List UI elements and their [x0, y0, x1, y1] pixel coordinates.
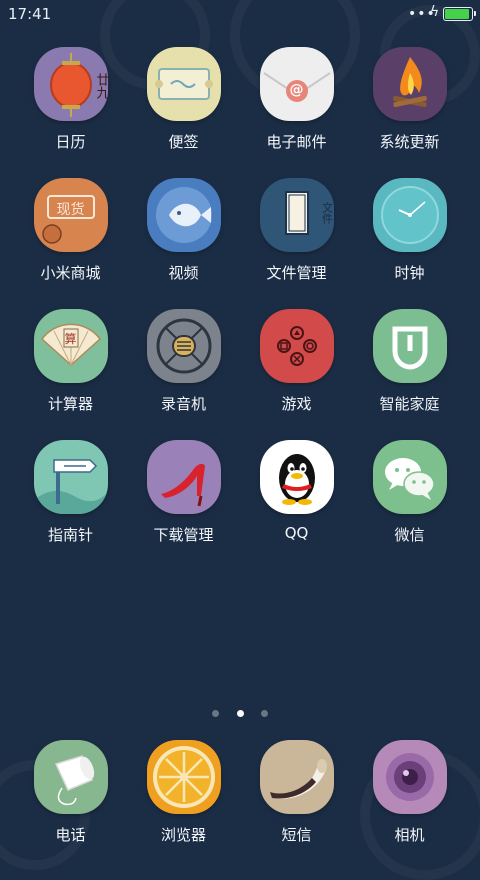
app-calculator[interactable]: 算 计算器 [14, 307, 127, 438]
app-calendar[interactable]: 廿九 日历 [14, 45, 127, 176]
calendar-lantern-icon[interactable]: 廿九 [33, 47, 108, 121]
dock: 电话 浏览器 短信 相机 [0, 738, 480, 845]
app-label: 日历 [55, 133, 86, 151]
app-row: 廿九 日历 便签 @ 电子邮件 系统更新 [0, 45, 480, 176]
app-label: 微信 [394, 526, 425, 544]
app-label: 电子邮件 [266, 133, 327, 151]
app-clock[interactable]: 时钟 [353, 176, 466, 307]
app-camera[interactable]: 相机 [353, 738, 466, 845]
app-smart-home[interactable]: 智能家庭 [353, 307, 466, 438]
email-envelope-icon[interactable]: @ [259, 47, 334, 121]
camera-lens-icon[interactable] [372, 740, 447, 814]
app-wechat[interactable]: 微信 [353, 438, 466, 569]
app-label: 录音机 [160, 395, 206, 413]
recorder-microphone-icon[interactable] [146, 309, 221, 383]
app-label: 浏览器 [160, 826, 206, 844]
app-label: 时钟 [394, 264, 425, 282]
app-browser[interactable]: 浏览器 [127, 738, 240, 845]
mi-store-icon[interactable]: 现货 [33, 178, 108, 252]
notes-scroll-icon[interactable] [146, 47, 221, 121]
page-indicator [0, 702, 480, 721]
clock-icon[interactable] [372, 178, 447, 252]
wechat-icon[interactable] [372, 440, 447, 514]
gamepad-icon[interactable] [259, 309, 334, 383]
sms-horn-icon[interactable] [259, 740, 334, 814]
app-label: 下载管理 [153, 526, 214, 544]
file-manager-icon[interactable]: 文件 [259, 178, 334, 252]
app-mi-store[interactable]: 现货 小米商城 [14, 176, 127, 307]
app-row: 现货 小米商城 视频 文件 文件管理 时钟 [0, 176, 480, 307]
app-row: 指南针 下载管理 QQ 微信 [0, 438, 480, 569]
app-system-update[interactable]: 系统更新 [353, 45, 466, 176]
app-label: 电话 [55, 826, 86, 844]
page-dot[interactable] [260, 710, 268, 717]
qq-penguin-icon[interactable] [259, 440, 334, 514]
app-label: 相机 [394, 826, 425, 844]
smart-home-icon[interactable] [372, 309, 447, 383]
charging-icon: ϟ [430, 4, 440, 20]
app-grid: 廿九 日历 便签 @ 电子邮件 系统更新 现货 小米商城 视频 文件 文件管理 … [0, 45, 480, 569]
app-qq[interactable]: QQ [240, 438, 353, 569]
page-dot-active[interactable] [236, 710, 244, 717]
app-label: 系统更新 [379, 133, 440, 151]
calendar-badge-text: 廿九 [93, 73, 108, 99]
mi-store-badge-text: 现货 [56, 202, 85, 218]
app-sms[interactable]: 短信 [240, 738, 353, 845]
app-row: 算 计算器 录音机 游戏 智能家庭 [0, 307, 480, 438]
app-notes[interactable]: 便签 [127, 45, 240, 176]
app-label: 智能家庭 [379, 395, 440, 413]
app-email[interactable]: @ 电子邮件 [240, 45, 353, 176]
app-label: 文件管理 [266, 264, 327, 282]
app-recorder[interactable]: 录音机 [127, 307, 240, 438]
page-dot[interactable] [212, 710, 220, 717]
app-video[interactable]: 视频 [127, 176, 240, 307]
app-label: 指南针 [47, 526, 93, 544]
battery-level-fill [445, 9, 469, 19]
app-compass[interactable]: 指南针 [14, 438, 127, 569]
app-file-manager[interactable]: 文件 文件管理 [240, 176, 353, 307]
calculator-badge-text: 算 [64, 332, 77, 346]
compass-signpost-icon[interactable] [33, 440, 108, 514]
browser-orange-icon[interactable] [146, 740, 221, 814]
app-label: 计算器 [47, 395, 93, 413]
download-high-heel-icon[interactable] [146, 440, 221, 514]
app-phone[interactable]: 电话 [14, 738, 127, 845]
app-label: 短信 [281, 826, 312, 844]
phone-cup-icon[interactable] [33, 740, 108, 814]
status-bar: 17:41 ••• ϟ [0, 0, 480, 28]
app-label: 小米商城 [40, 264, 101, 282]
app-label: QQ [284, 524, 309, 542]
app-label: 便签 [168, 133, 199, 151]
campfire-icon[interactable] [372, 47, 447, 121]
file-manager-badge-text: 文件 [320, 202, 334, 224]
calculator-fan-icon[interactable]: 算 [33, 309, 108, 383]
app-game[interactable]: 游戏 [240, 307, 353, 438]
app-label: 视频 [168, 264, 199, 282]
app-download-manager[interactable]: 下载管理 [127, 438, 240, 569]
app-label: 游戏 [281, 395, 312, 413]
email-at-symbol: @ [289, 82, 304, 98]
video-fish-icon[interactable] [146, 178, 221, 252]
battery-icon [443, 7, 476, 21]
status-time: 17:41 [8, 5, 52, 23]
